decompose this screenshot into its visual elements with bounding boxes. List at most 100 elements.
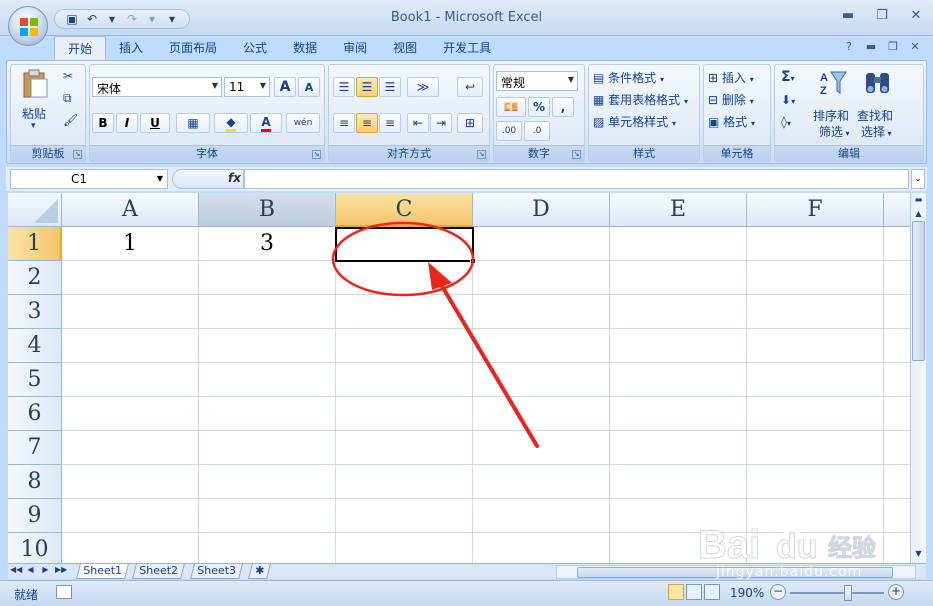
- row-header-7[interactable]: 7: [8, 431, 62, 465]
- grid-cell[interactable]: [199, 261, 336, 295]
- grid-cell[interactable]: [884, 295, 910, 329]
- grid-cell[interactable]: [473, 227, 610, 261]
- paste-icon[interactable]: [21, 69, 49, 99]
- vertical-scrollbar[interactable]: ▬ ▲ ▼: [910, 193, 926, 563]
- row-header-6[interactable]: 6: [8, 397, 62, 431]
- grid-cell[interactable]: [62, 363, 199, 397]
- grid-cell[interactable]: [62, 329, 199, 363]
- tab-review[interactable]: 审阅: [330, 36, 380, 60]
- binoculars-icon[interactable]: [863, 69, 893, 97]
- first-sheet-icon[interactable]: ◀◀: [10, 565, 22, 574]
- insert-cells-button[interactable]: ⊞ 插入 ▾: [708, 69, 754, 86]
- grid-cell[interactable]: [199, 295, 336, 329]
- grid-cell[interactable]: [610, 465, 747, 499]
- grid-cell[interactable]: [884, 363, 910, 397]
- sort-filter-label-2[interactable]: 筛选 ▾: [819, 123, 850, 140]
- grid-cell[interactable]: [199, 465, 336, 499]
- underline-button[interactable]: U: [140, 113, 170, 133]
- chevron-down-icon[interactable]: ▼: [212, 81, 218, 90]
- grid-cell[interactable]: [62, 261, 199, 295]
- grid-cell[interactable]: [610, 227, 747, 261]
- cut-icon[interactable]: ✂: [63, 69, 73, 83]
- scroll-up-icon[interactable]: ▲: [912, 207, 925, 221]
- row-header-2[interactable]: 2: [8, 261, 62, 295]
- zoom-in-icon[interactable]: +: [888, 584, 904, 600]
- decrease-decimal-button[interactable]: .0: [524, 121, 550, 141]
- row-header-10[interactable]: 10: [8, 533, 62, 563]
- restore-icon[interactable]: ❐: [875, 8, 889, 23]
- column-header-a[interactable]: A: [62, 193, 199, 227]
- chevron-down-icon[interactable]: ▼: [157, 174, 163, 183]
- grid-cell[interactable]: [473, 261, 610, 295]
- cell-b1[interactable]: 3: [199, 227, 336, 261]
- tab-insert[interactable]: 插入: [106, 36, 156, 60]
- format-painter-icon[interactable]: 🖌: [63, 113, 78, 127]
- name-box[interactable]: C1 ▼: [10, 169, 168, 189]
- grid-cell[interactable]: [473, 397, 610, 431]
- bold-button[interactable]: B: [92, 113, 114, 133]
- find-select-label-2[interactable]: 选择 ▾: [861, 123, 892, 140]
- row-header-3[interactable]: 3: [8, 295, 62, 329]
- borders-button[interactable]: ▦: [176, 113, 210, 133]
- grid-cell[interactable]: [336, 499, 473, 533]
- column-header-e[interactable]: E: [610, 193, 747, 227]
- grid-cell[interactable]: [199, 431, 336, 465]
- insert-sheet-tab[interactable]: ✱: [248, 564, 272, 579]
- align-center-button[interactable]: ≡: [356, 113, 378, 133]
- percent-button[interactable]: %: [528, 97, 550, 117]
- phonetic-button[interactable]: wén: [286, 113, 320, 133]
- grid-cell[interactable]: [884, 397, 910, 431]
- grow-font-button[interactable]: A: [274, 77, 296, 97]
- next-sheet-icon[interactable]: ▶: [40, 565, 51, 574]
- font-color-button[interactable]: A: [250, 113, 282, 133]
- grid-cell[interactable]: [336, 363, 473, 397]
- scroll-down-icon[interactable]: ▼: [912, 547, 925, 561]
- grid-cell[interactable]: [199, 397, 336, 431]
- help-icon[interactable]: ?: [843, 40, 855, 53]
- grid-cell[interactable]: [747, 295, 884, 329]
- sheet-tab-sheet2[interactable]: Sheet2: [132, 564, 185, 579]
- vertical-scroll-thumb[interactable]: [912, 221, 925, 361]
- grid-cell[interactable]: [473, 465, 610, 499]
- grid-cell[interactable]: [336, 431, 473, 465]
- number-launcher-icon[interactable]: ↘: [572, 150, 581, 159]
- grid-cell[interactable]: [884, 261, 910, 295]
- tab-data[interactable]: 数据: [280, 36, 330, 60]
- font-name-combo[interactable]: 宋体 ▼: [92, 77, 222, 97]
- align-top-button[interactable]: ☰: [333, 77, 355, 97]
- grid-cell[interactable]: [62, 397, 199, 431]
- fill-handle[interactable]: [470, 258, 476, 264]
- column-header-g[interactable]: [884, 193, 910, 227]
- cell-styles-button[interactable]: ▨ 单元格样式 ▾: [593, 113, 676, 130]
- minimize-icon[interactable]: ▬: [841, 8, 855, 23]
- chevron-down-icon[interactable]: ▼: [260, 81, 266, 90]
- format-cells-button[interactable]: ▣ 格式 ▾: [708, 113, 755, 130]
- tab-view[interactable]: 视图: [380, 36, 430, 60]
- fill-color-button[interactable]: ◆: [214, 113, 248, 133]
- column-header-c[interactable]: C: [336, 193, 473, 227]
- grid-cell[interactable]: [336, 261, 473, 295]
- paste-dropdown-icon[interactable]: ▾: [31, 121, 36, 131]
- cell-c1-selected[interactable]: [335, 227, 474, 262]
- sort-filter-icon[interactable]: A Z: [819, 69, 847, 97]
- workbook-minimize-icon[interactable]: ▬: [865, 40, 877, 53]
- row-header-9[interactable]: 9: [8, 499, 62, 533]
- comma-button[interactable]: ,: [552, 97, 574, 117]
- grid-cell[interactable]: [473, 329, 610, 363]
- column-header-f[interactable]: F: [747, 193, 884, 227]
- grid-cell[interactable]: [62, 533, 199, 563]
- grid-cell[interactable]: [199, 499, 336, 533]
- macro-record-icon[interactable]: [56, 585, 72, 599]
- last-sheet-icon[interactable]: ▶▶: [55, 565, 67, 574]
- zoom-out-icon[interactable]: −: [770, 584, 786, 600]
- align-right-button[interactable]: ≡: [379, 113, 401, 133]
- insert-function-icon[interactable]: fx: [228, 171, 241, 185]
- italic-button[interactable]: I: [116, 113, 138, 133]
- grid-cell[interactable]: [199, 363, 336, 397]
- grid-cell[interactable]: [884, 431, 910, 465]
- grid-cell[interactable]: [199, 533, 336, 563]
- alignment-launcher-icon[interactable]: ↘: [477, 150, 486, 159]
- prev-sheet-icon[interactable]: ◀: [25, 565, 36, 574]
- row-header-1[interactable]: 1: [8, 227, 62, 261]
- grid-cell[interactable]: [610, 431, 747, 465]
